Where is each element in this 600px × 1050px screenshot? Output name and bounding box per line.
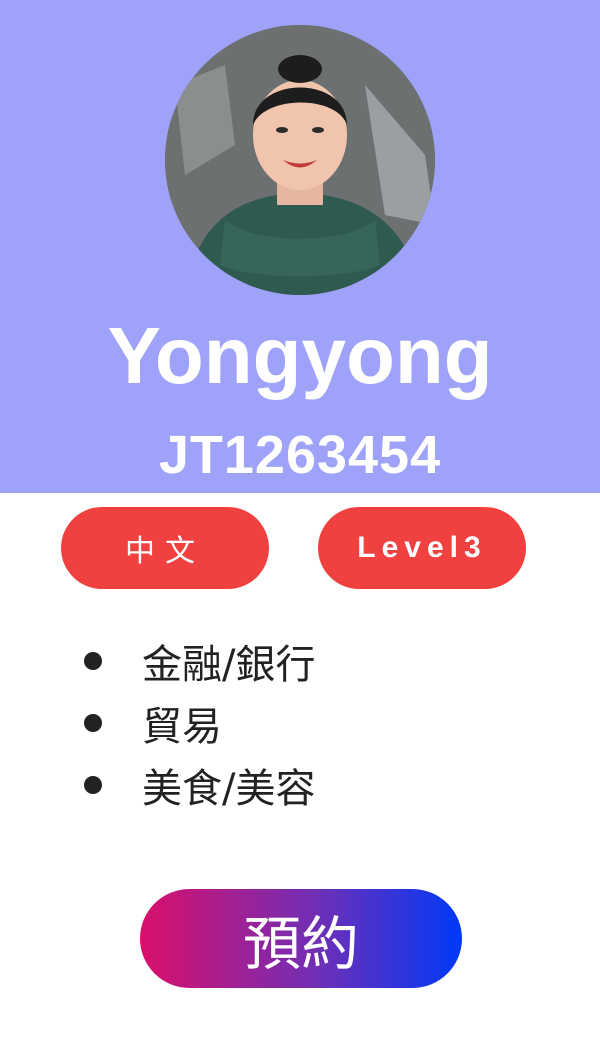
category-label: 美食/美容 <box>142 766 316 812</box>
list-item: 金融/銀行 <box>80 630 315 692</box>
bullet-icon <box>84 652 102 670</box>
level-badge: Level3 <box>318 507 526 589</box>
person-photo-icon <box>165 25 435 295</box>
bullet-icon <box>84 776 102 794</box>
list-item: 貿易 <box>80 692 315 754</box>
category-label: 金融/銀行 <box>142 642 316 688</box>
list-item: 美食/美容 <box>80 754 315 816</box>
language-badge: 中文 <box>61 507 269 589</box>
profile-code: JT1263454 <box>158 425 442 485</box>
bullet-icon <box>84 714 102 732</box>
profile-name: Yongyong <box>107 311 493 400</box>
avatar <box>165 25 435 295</box>
category-list: 金融/銀行 貿易 美食/美容 <box>80 630 315 816</box>
category-label: 貿易 <box>142 704 222 750</box>
book-button[interactable]: 預約 <box>140 889 462 988</box>
profile-header: Yongyong JT1263454 <box>0 0 600 493</box>
